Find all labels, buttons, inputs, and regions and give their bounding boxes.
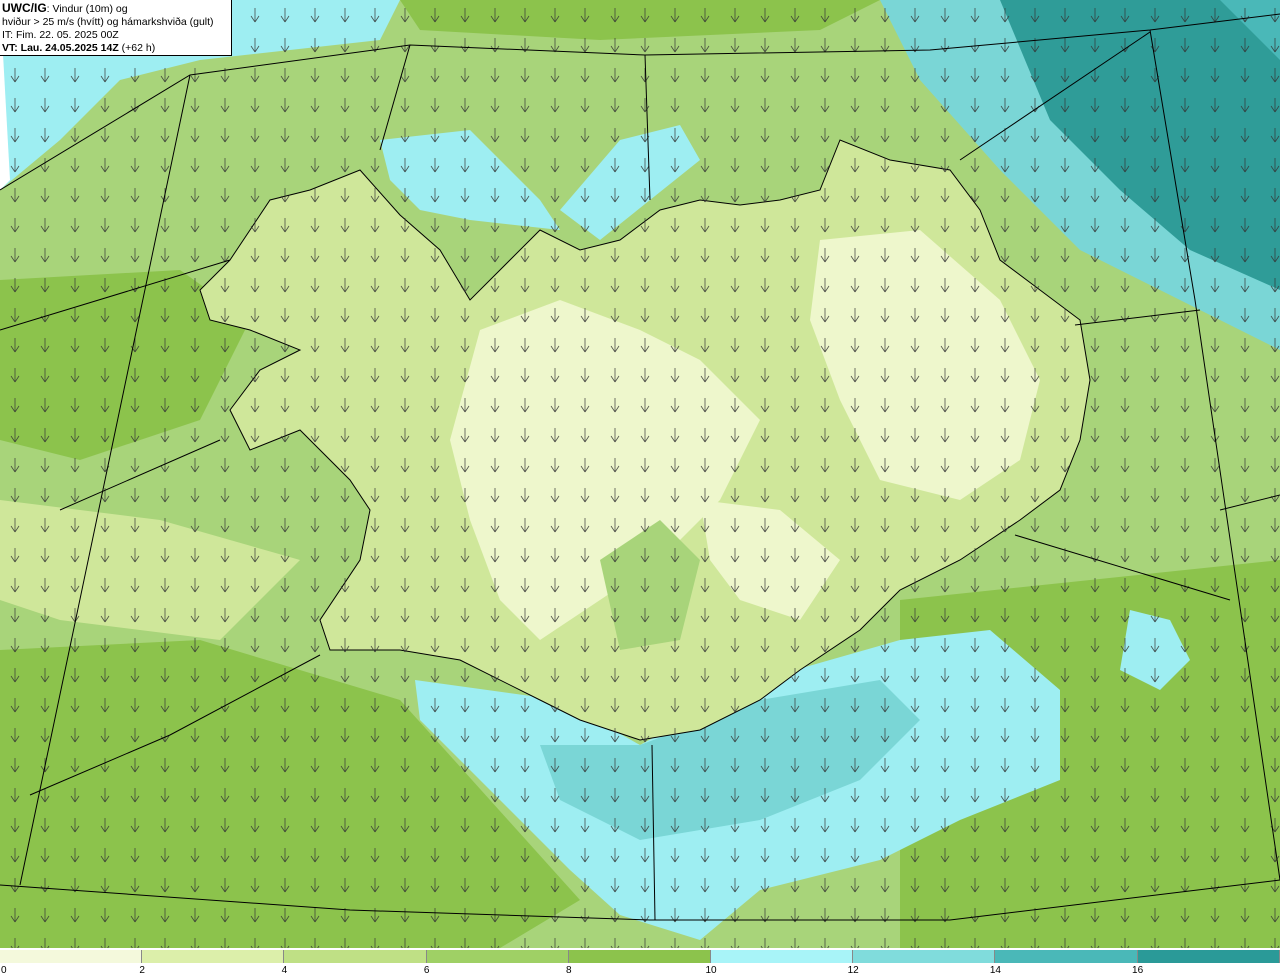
legend-tick-16: 16 bbox=[1132, 965, 1144, 976]
info-line-3: IT: Fim. 22. 05. 2025 00Z bbox=[2, 29, 119, 41]
legend-swatch-5 bbox=[711, 950, 854, 963]
color-legend: 0 2 4 6 8 10 12 14 16 bbox=[0, 948, 1280, 978]
model-name: UWC/IG bbox=[2, 1, 47, 15]
forecast-hour: (+62 h) bbox=[118, 42, 156, 54]
wind-arrows bbox=[0, 0, 1280, 948]
legend-tick-6: 6 bbox=[423, 965, 430, 976]
wind-map-canvas bbox=[0, 0, 1280, 948]
legend-tick-12: 12 bbox=[847, 965, 859, 976]
legend-swatch-0 bbox=[0, 950, 143, 963]
legend-tick-14: 14 bbox=[989, 965, 1001, 976]
info-line-4: VT: Lau. 24.05.2025 14Z (+62 h) bbox=[2, 42, 231, 55]
info-line-2: hviður > 25 m/s (hvítt) og hámarkshviða … bbox=[2, 16, 214, 28]
info-line-1: UWC/IG: Vindur (10m) og bbox=[2, 2, 231, 16]
valid-time: VT: Lau. 24.05.2025 14Z bbox=[2, 42, 119, 54]
legend-swatch-2 bbox=[284, 950, 427, 963]
title-rest: : Vindur (10m) og bbox=[46, 3, 128, 15]
legend-tick-0: 0 bbox=[1, 965, 7, 976]
legend-swatch-1 bbox=[142, 950, 285, 963]
forecast-info-box: UWC/IG: Vindur (10m) og hviður > 25 m/s … bbox=[0, 0, 232, 56]
legend-tick-4: 4 bbox=[281, 965, 288, 976]
legend-tick-8: 8 bbox=[566, 965, 572, 976]
wind-map[interactable] bbox=[0, 0, 1280, 948]
legend-swatch-4 bbox=[568, 950, 711, 963]
legend-tick-10: 10 bbox=[705, 965, 717, 976]
legend-swatch-8 bbox=[1137, 950, 1280, 963]
legend-swatch-3 bbox=[426, 950, 569, 963]
legend-swatch-6 bbox=[853, 950, 996, 963]
legend-swatch-7 bbox=[995, 950, 1138, 963]
legend-tick-2: 2 bbox=[139, 965, 145, 976]
